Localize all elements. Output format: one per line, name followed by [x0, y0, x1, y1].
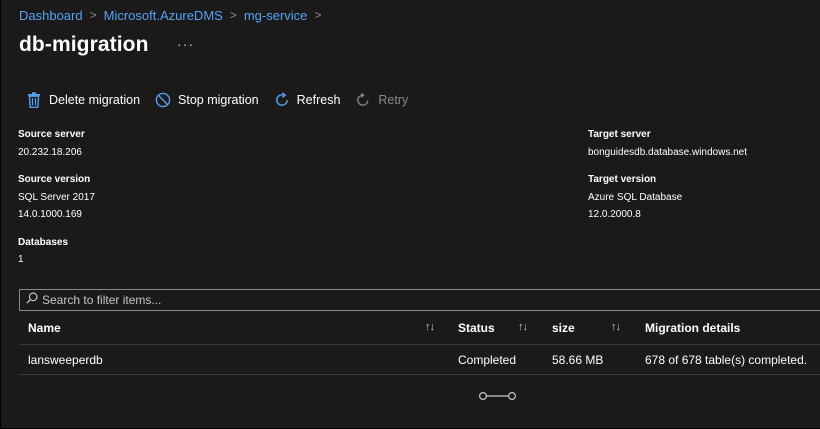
source-version-label: Source version [18, 174, 91, 185]
stop-circle-icon [154, 91, 172, 109]
filter-box [19, 289, 820, 311]
target-version-value: Azure SQL Database [588, 192, 683, 203]
header-divider [19, 344, 820, 345]
row-migration-details: 678 of 678 table(s) completed. [645, 353, 808, 367]
row-status: Completed [458, 353, 517, 367]
retry-button[interactable]: Retry [354, 91, 408, 109]
source-version-build: 14.0.1000.169 [18, 209, 82, 220]
breadcrumb: Dashboard > Microsoft.AzureDMS > mg-serv… [19, 7, 328, 23]
migration-blade: Dashboard > Microsoft.AzureDMS > mg-serv… [1, 0, 820, 428]
target-version-build: 12.0.2000.8 [588, 209, 641, 220]
source-server-label: Source server [18, 129, 85, 140]
refresh-label: Refresh [296, 93, 341, 107]
target-version-label: Target version [588, 174, 657, 185]
breadcrumb-separator: > [89, 8, 97, 22]
stop-migration-button[interactable]: Stop migration [154, 91, 259, 109]
refresh-icon [273, 91, 291, 109]
stop-migration-label: Stop migration [178, 93, 259, 107]
source-version-value: SQL Server 2017 [18, 192, 95, 203]
column-header-size[interactable]: size [552, 321, 575, 335]
databases-label: Databases [18, 237, 69, 248]
page-title: db-migration [19, 33, 149, 56]
trash-icon [25, 91, 43, 109]
breadcrumb-dashboard[interactable]: Dashboard [19, 8, 83, 23]
source-server-value: 20.232.18.206 [18, 147, 82, 158]
refresh-button[interactable]: Refresh [273, 91, 341, 109]
retry-label: Retry [378, 93, 409, 107]
column-header-migration-details[interactable]: Migration details [645, 321, 740, 335]
sort-status-icon[interactable]: ↑↓ [518, 321, 528, 333]
breadcrumb-separator: > [229, 8, 237, 22]
row-size: 58.66 MB [552, 353, 604, 367]
databases-count: 1 [18, 254, 24, 265]
retry-icon [354, 91, 372, 109]
breadcrumb-separator: > [314, 8, 322, 22]
delete-migration-button[interactable]: Delete migration [25, 91, 140, 109]
sort-name-icon[interactable]: ↑↓ [425, 321, 435, 333]
search-input[interactable] [42, 293, 802, 307]
target-server-value: bonguidesdb.database.windows.net [588, 147, 748, 158]
loading-indicator [478, 389, 518, 408]
breadcrumb-azuredms[interactable]: Microsoft.AzureDMS [104, 8, 223, 23]
search-icon [26, 291, 38, 309]
target-server-label: Target server [588, 129, 651, 140]
more-options-button[interactable]: ··· [177, 36, 194, 52]
delete-migration-label: Delete migration [49, 93, 141, 107]
column-header-name[interactable]: Name [28, 321, 61, 335]
row-name: lansweeperdb [28, 353, 103, 367]
command-bar: Delete migration Stop migration Refresh [25, 89, 408, 111]
column-header-status[interactable]: Status [458, 321, 495, 335]
breadcrumb-mg-service[interactable]: mg-service [244, 8, 308, 23]
sort-size-icon[interactable]: ↑↓ [611, 321, 621, 333]
row-divider [19, 374, 820, 375]
